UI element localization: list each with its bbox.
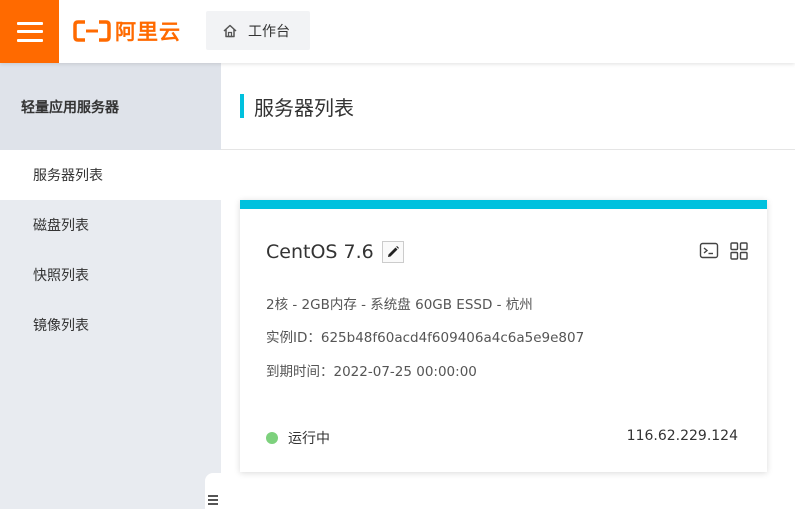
status-badge: 运行中 — [266, 428, 330, 448]
menu-button[interactable] — [0, 0, 59, 63]
sidebar: 轻量应用服务器 服务器列表 磁盘列表 快照列表 镜像列表 — [0, 63, 221, 509]
logo-text: 阿里云 — [115, 20, 181, 44]
aliyun-logo-mark-icon — [73, 20, 111, 42]
page-title: 服务器列表 — [254, 95, 354, 120]
server-card-title: CentOS 7.6 — [266, 241, 404, 263]
server-instance-id: 实例ID：625b48f60acd4f609406a4c6a5e9e807 — [266, 330, 585, 346]
workbench-label: 工作台 — [248, 23, 290, 40]
home-icon — [223, 24, 237, 37]
terminal-icon — [699, 242, 719, 259]
collapse-icon — [208, 495, 218, 505]
edit-name-button[interactable] — [381, 241, 404, 263]
server-card[interactable]: CentOS 7.6 2核 - 2GB内存 - 系统盘 60GB ESSD - … — [240, 200, 767, 472]
page-header: 服务器列表 — [221, 63, 795, 150]
sidebar-item-disk-list[interactable]: 磁盘列表 — [0, 200, 221, 250]
status-dot-icon — [266, 432, 278, 444]
main-content: 服务器列表 CentOS 7.6 2核 - 2GB内存 - 系统盘 60GB E… — [221, 63, 795, 509]
workbench-tab[interactable]: 工作台 — [206, 11, 310, 50]
sidebar-collapse-button[interactable] — [205, 473, 221, 509]
server-card-actions — [699, 241, 749, 261]
remote-connect-button[interactable] — [699, 241, 719, 261]
server-ip[interactable]: 116.62.229.124 — [627, 428, 738, 444]
server-expiry: 到期时间：2022-07-25 00:00:00 — [266, 364, 477, 380]
menu-icon — [16, 21, 43, 42]
sidebar-item-server-list[interactable]: 服务器列表 — [0, 150, 221, 200]
sidebar-title: 轻量应用服务器 — [0, 63, 221, 150]
aliyun-logo[interactable]: 阿里云 — [73, 16, 181, 46]
sidebar-item-snapshot-list[interactable]: 快照列表 — [0, 250, 221, 300]
sidebar-item-image-list[interactable]: 镜像列表 — [0, 300, 221, 350]
server-os-name: CentOS 7.6 — [266, 241, 374, 263]
edit-icon — [387, 246, 399, 257]
grid-icon — [730, 242, 748, 260]
top-bar: 阿里云 工作台 — [0, 0, 795, 63]
more-actions-button[interactable] — [729, 241, 749, 261]
status-text: 运行中 — [288, 431, 330, 447]
title-accent-bar — [240, 94, 244, 118]
server-spec: 2核 - 2GB内存 - 系统盘 60GB ESSD - 杭州 — [266, 297, 533, 313]
